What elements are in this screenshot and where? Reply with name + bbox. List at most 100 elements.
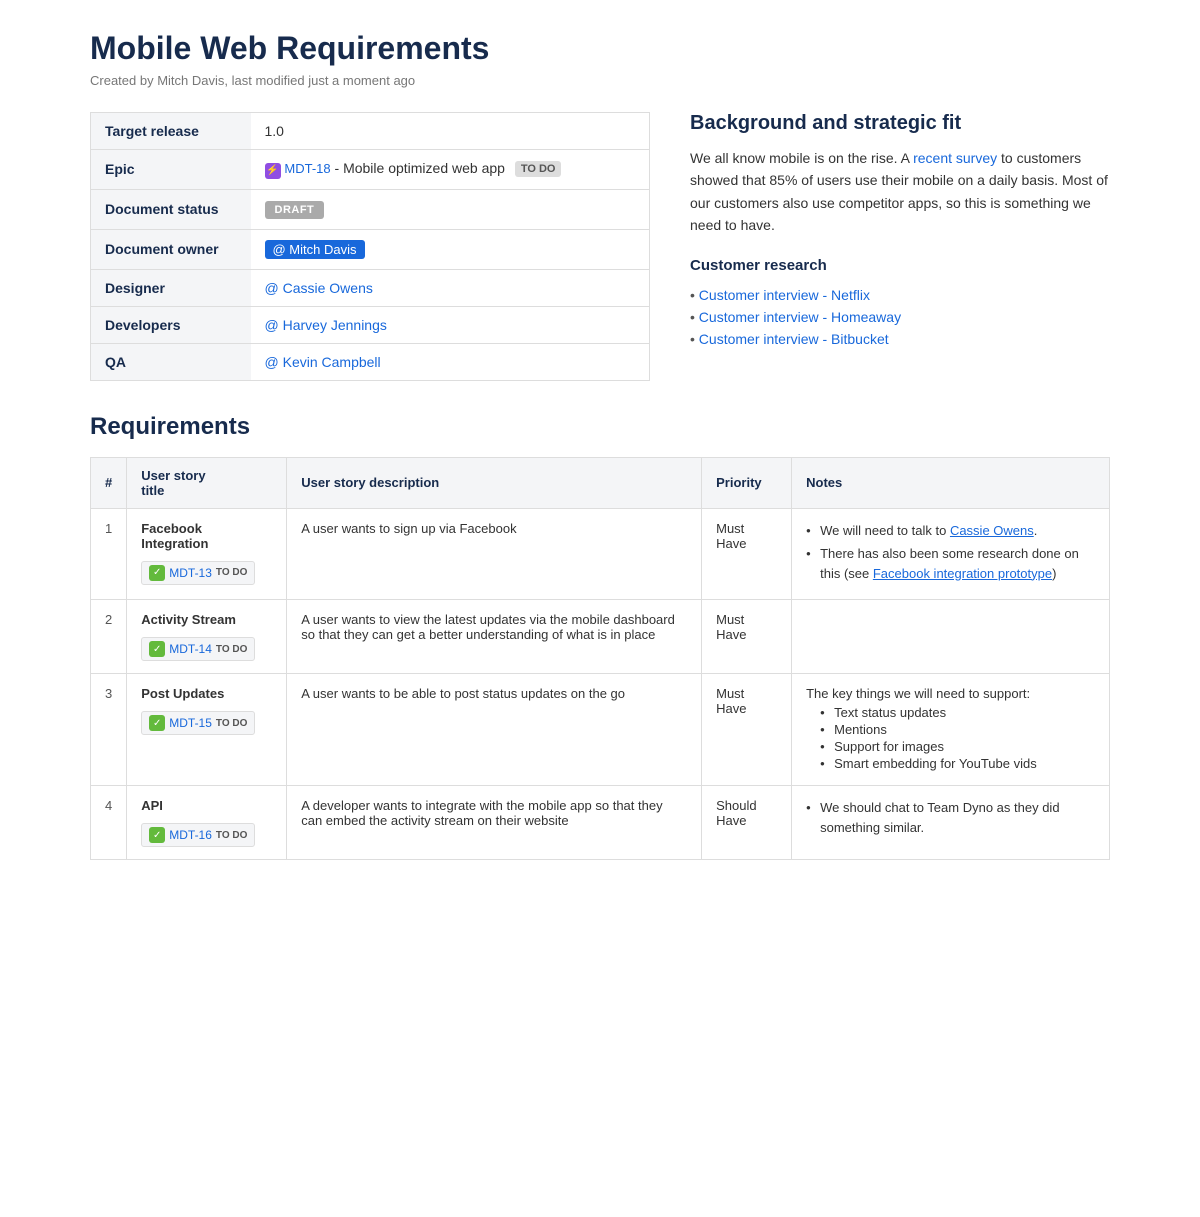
row-notes: We should chat to Team Dyno as they did … [792, 786, 1110, 860]
todo-label: TO DO [216, 718, 247, 729]
customer-research-title: Customer research [690, 257, 1110, 274]
notes-list: We will need to talk to Cassie Owens. Th… [806, 521, 1095, 584]
row-priority: Must Have [702, 600, 792, 674]
meta-row-developers: Developers @ Harvey Jennings [91, 306, 650, 343]
interview-bitbucket-link[interactable]: Customer interview - Bitbucket [699, 331, 889, 347]
designer-mention[interactable]: @ Cassie Owens [265, 280, 373, 296]
meta-row-doc-status: Document status DRAFT [91, 189, 650, 229]
row-notes: We will need to talk to Cassie Owens. Th… [792, 508, 1110, 600]
meta-label-doc-owner: Document owner [91, 229, 251, 269]
list-item: Customer interview - Homeaway [690, 306, 1110, 328]
meta-value-qa: @ Kevin Campbell [251, 343, 650, 380]
story-badge-mdt13[interactable]: ✓ MDT-13 TO DO [141, 561, 255, 585]
row-story-title: Post Updates ✓ MDT-15 TO DO [127, 674, 287, 786]
meta-table: Target release 1.0 Epic ⚡ MDT-18 - Mobil… [90, 112, 650, 381]
meta-row-doc-owner: Document owner @ Mitch Davis [91, 229, 650, 269]
developer-mention[interactable]: @ Harvey Jennings [265, 317, 387, 333]
story-title-post: Post Updates [141, 686, 272, 701]
note-item: There has also been some research done o… [806, 544, 1095, 583]
row-num: 3 [91, 674, 127, 786]
list-item: Customer interview - Netflix [690, 284, 1110, 306]
row-notes: The key things we will need to support: … [792, 674, 1110, 786]
meta-row-epic: Epic ⚡ MDT-18 - Mobile optimized web app… [91, 150, 650, 190]
table-row: 2 Activity Stream ✓ MDT-14 TO DO A user … [91, 600, 1110, 674]
note-item: Text status updates [820, 705, 1095, 720]
row-priority: Should Have [702, 786, 792, 860]
interview-homeaway-link[interactable]: Customer interview - Homeaway [699, 309, 901, 325]
story-icon: ✓ [149, 715, 165, 731]
interview-netflix-link[interactable]: Customer interview - Netflix [699, 287, 870, 303]
story-badge-mdt16[interactable]: ✓ MDT-16 TO DO [141, 823, 255, 847]
jira-id: MDT-15 [169, 716, 212, 730]
qa-mention[interactable]: @ Kevin Campbell [265, 354, 381, 370]
notes-sub-list: Text status updates Mentions Support for… [806, 705, 1095, 771]
background-para: We all know mobile is on the rise. A rec… [690, 147, 1110, 237]
note-item: Mentions [820, 722, 1095, 737]
meta-row-target-release: Target release 1.0 [91, 113, 650, 150]
epic-todo-badge: TO DO [515, 161, 562, 177]
row-num: 2 [91, 600, 127, 674]
epic-jira-text: - Mobile optimized web app [335, 160, 505, 176]
col-header-notes: Notes [792, 457, 1110, 508]
story-badge-mdt15[interactable]: ✓ MDT-15 TO DO [141, 711, 255, 735]
table-row: 4 API ✓ MDT-16 TO DO A developer wants t… [91, 786, 1110, 860]
meta-value-target-release: 1.0 [251, 113, 650, 150]
note-item: Smart embedding for YouTube vids [820, 756, 1095, 771]
page-subtitle: Created by Mitch Davis, last modified ju… [90, 73, 1110, 88]
row-story-desc: A user wants to sign up via Facebook [287, 508, 702, 600]
story-title-facebook: Facebook Integration [141, 521, 272, 551]
cassie-link[interactable]: Cassie Owens [950, 523, 1034, 538]
note-item: We should chat to Team Dyno as they did … [806, 798, 1095, 837]
draft-badge: DRAFT [265, 201, 325, 219]
row-notes [792, 600, 1110, 674]
meta-label-doc-status: Document status [91, 189, 251, 229]
meta-label-epic: Epic [91, 150, 251, 190]
meta-label-developers: Developers [91, 306, 251, 343]
jira-id: MDT-14 [169, 642, 212, 656]
meta-label-qa: QA [91, 343, 251, 380]
row-story-desc: A user wants to be able to post status u… [287, 674, 702, 786]
note-item: Support for images [820, 739, 1095, 754]
todo-label: TO DO [216, 567, 247, 578]
notes-intro: The key things we will need to support: [806, 686, 1030, 701]
row-story-title: Facebook Integration ✓ MDT-13 TO DO [127, 508, 287, 600]
background-title: Background and strategic fit [690, 112, 1110, 135]
meta-label-designer: Designer [91, 269, 251, 306]
epic-icon: ⚡ [265, 163, 281, 179]
row-priority: Must Have [702, 508, 792, 600]
story-icon: ✓ [149, 565, 165, 581]
row-story-desc: A user wants to view the latest updates … [287, 600, 702, 674]
meta-row-qa: QA @ Kevin Campbell [91, 343, 650, 380]
story-badge-mdt14[interactable]: ✓ MDT-14 TO DO [141, 637, 255, 661]
col-header-priority: Priority [702, 457, 792, 508]
facebook-proto-link[interactable]: Facebook integration prototype [873, 566, 1052, 581]
col-header-story-desc: User story description [287, 457, 702, 508]
jira-id: MDT-16 [169, 828, 212, 842]
story-icon: ✓ [149, 641, 165, 657]
meta-row-designer: Designer @ Cassie Owens [91, 269, 650, 306]
row-num: 4 [91, 786, 127, 860]
background-panel: Background and strategic fit We all know… [690, 112, 1110, 381]
todo-label: TO DO [216, 830, 247, 841]
story-title-activity: Activity Stream [141, 612, 272, 627]
doc-owner-mention[interactable]: @ Mitch Davis [265, 240, 365, 259]
col-header-story-title: User storytitle [127, 457, 287, 508]
row-priority: Must Have [702, 674, 792, 786]
row-story-title: Activity Stream ✓ MDT-14 TO DO [127, 600, 287, 674]
recent-survey-link[interactable]: recent survey [913, 150, 997, 166]
col-header-num: # [91, 457, 127, 508]
todo-label: TO DO [216, 644, 247, 655]
meta-label-target-release: Target release [91, 113, 251, 150]
story-title-api: API [141, 798, 272, 813]
notes-list: We should chat to Team Dyno as they did … [806, 798, 1095, 837]
requirements-table: # User storytitle User story description… [90, 457, 1110, 861]
epic-jira-link[interactable]: MDT-18 [284, 161, 330, 176]
table-row: 3 Post Updates ✓ MDT-15 TO DO A user wan… [91, 674, 1110, 786]
note-item: We will need to talk to Cassie Owens. [806, 521, 1095, 541]
meta-value-doc-status: DRAFT [251, 189, 650, 229]
requirements-title: Requirements [90, 413, 1110, 441]
customer-research-list: Customer interview - Netflix Customer in… [690, 284, 1110, 350]
meta-value-developers: @ Harvey Jennings [251, 306, 650, 343]
row-story-desc: A developer wants to integrate with the … [287, 786, 702, 860]
table-row: 1 Facebook Integration ✓ MDT-13 TO DO A … [91, 508, 1110, 600]
